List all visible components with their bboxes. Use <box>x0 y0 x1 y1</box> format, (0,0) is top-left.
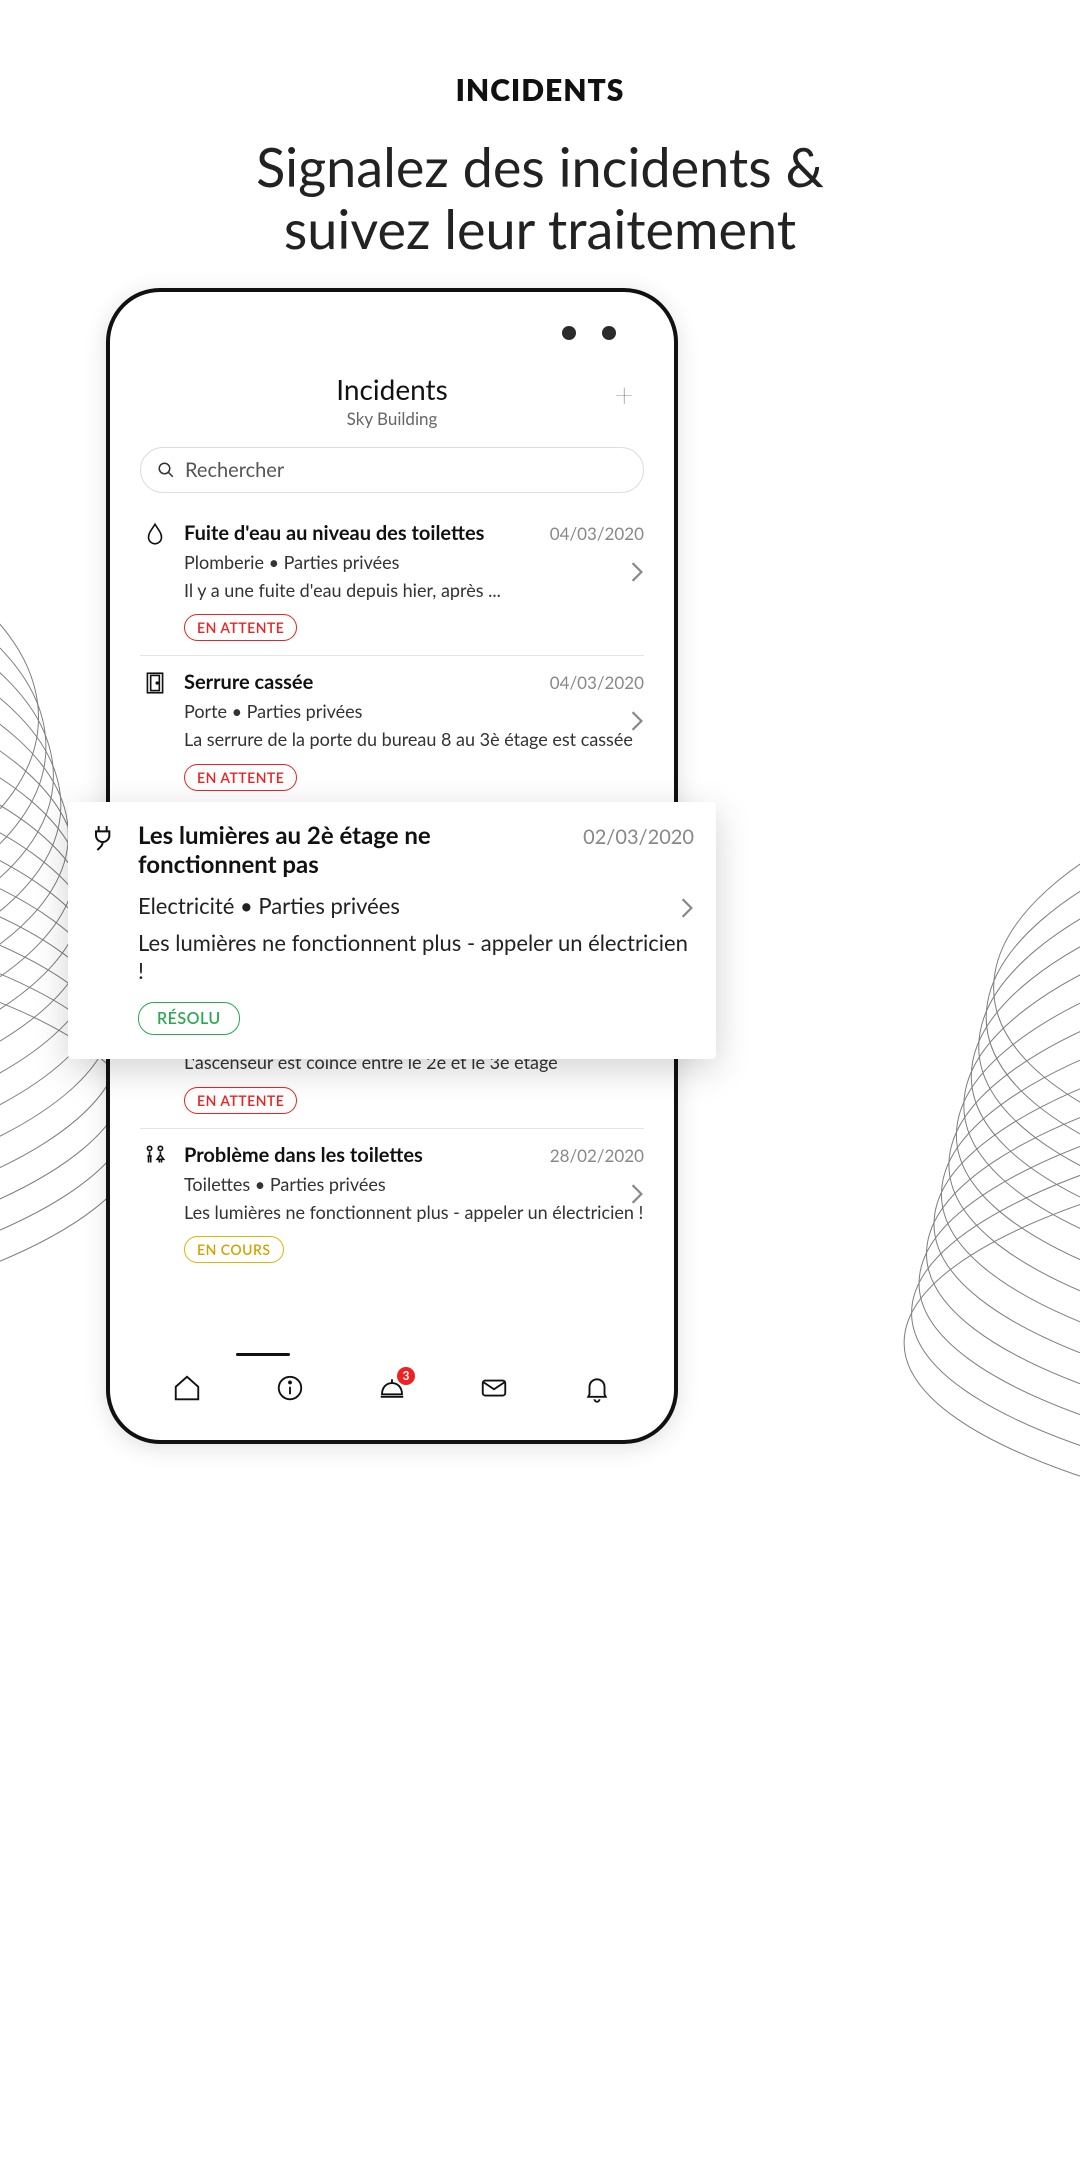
incident-row[interactable]: Fuite d'eau au niveau des toilettes 04/03… <box>140 507 644 655</box>
water-drop-icon <box>140 521 170 551</box>
tab-home[interactable] <box>172 1373 202 1407</box>
tab-bar: 3 <box>124 1352 660 1426</box>
page-subtitle: Sky Building <box>124 408 660 429</box>
incident-date: 28/02/2020 <box>550 1145 644 1166</box>
incident-desc: La serrure de la porte du bureau 8 au 3è… <box>184 728 644 751</box>
door-icon <box>140 670 170 700</box>
incident-desc: Les lumières ne fonctionnent plus - appe… <box>138 929 694 986</box>
promo-title: Signalez des incidents & suivez leur tra… <box>0 136 1080 260</box>
status-badge: EN COURS <box>184 1236 284 1263</box>
app-header: Incidents Sky Building + <box>124 306 660 429</box>
incident-date: 04/03/2020 <box>550 672 644 693</box>
search-icon <box>157 461 175 479</box>
featured-incident-card[interactable]: Les lumières au 2è étage ne fonctionnent… <box>68 802 716 1059</box>
incident-row[interactable]: Problème dans les toilettes 28/02/2020 Toi… <box>140 1128 644 1277</box>
status-badge: RÉSOLU <box>138 1002 240 1035</box>
incident-title: Les lumières au 2è étage ne fonctionnent… <box>138 822 573 880</box>
chevron-right-icon <box>630 710 644 736</box>
incident-desc: Il y a une fuite d'eau depuis hier, aprè… <box>184 579 644 602</box>
incident-meta: Porte • Parties privées <box>184 700 644 722</box>
promo-eyebrow: INCIDENTS <box>0 72 1080 108</box>
add-incident-button[interactable]: + <box>614 378 634 412</box>
plug-icon <box>88 822 122 856</box>
promo-header: INCIDENTS Signalez des incidents & suive… <box>0 0 1080 260</box>
decorative-lines <box>780 800 1080 1700</box>
chevron-right-icon <box>680 897 694 923</box>
search-placeholder: Rechercher <box>185 458 284 482</box>
page-title: Incidents <box>124 372 660 406</box>
incident-meta: Electricité • Parties privées <box>138 892 694 919</box>
incident-title: Fuite d'eau au niveau des toilettes <box>184 521 484 545</box>
tab-messages[interactable] <box>479 1373 509 1407</box>
chevron-right-icon <box>630 1183 644 1209</box>
tab-notifications[interactable] <box>582 1373 612 1407</box>
device-camera <box>602 326 616 340</box>
tab-concierge[interactable]: 3 <box>377 1373 407 1407</box>
status-badge: EN ATTENTE <box>184 614 297 641</box>
incident-date: 04/03/2020 <box>550 523 644 544</box>
search-input[interactable]: Rechercher <box>140 447 644 493</box>
restroom-icon <box>140 1143 170 1173</box>
incident-title: Serrure cassée <box>184 670 313 694</box>
incident-title: Problème dans les toilettes <box>184 1143 423 1167</box>
chevron-right-icon <box>630 561 644 587</box>
status-badge: EN ATTENTE <box>184 764 297 791</box>
incident-date: 02/03/2020 <box>583 825 694 849</box>
status-badge: EN ATTENTE <box>184 1087 297 1114</box>
device-camera <box>562 326 576 340</box>
incident-row[interactable]: Serrure cassée 04/03/2020 Porte • Parties … <box>140 655 644 804</box>
incident-meta: Toilettes • Parties privées <box>184 1173 644 1195</box>
incident-meta: Plomberie • Parties privées <box>184 551 644 573</box>
notification-badge: 3 <box>397 1367 415 1385</box>
tab-indicator <box>236 1353 290 1356</box>
incident-desc: Les lumières ne fonctionnent plus - appe… <box>184 1201 644 1224</box>
tab-info[interactable] <box>275 1373 305 1407</box>
